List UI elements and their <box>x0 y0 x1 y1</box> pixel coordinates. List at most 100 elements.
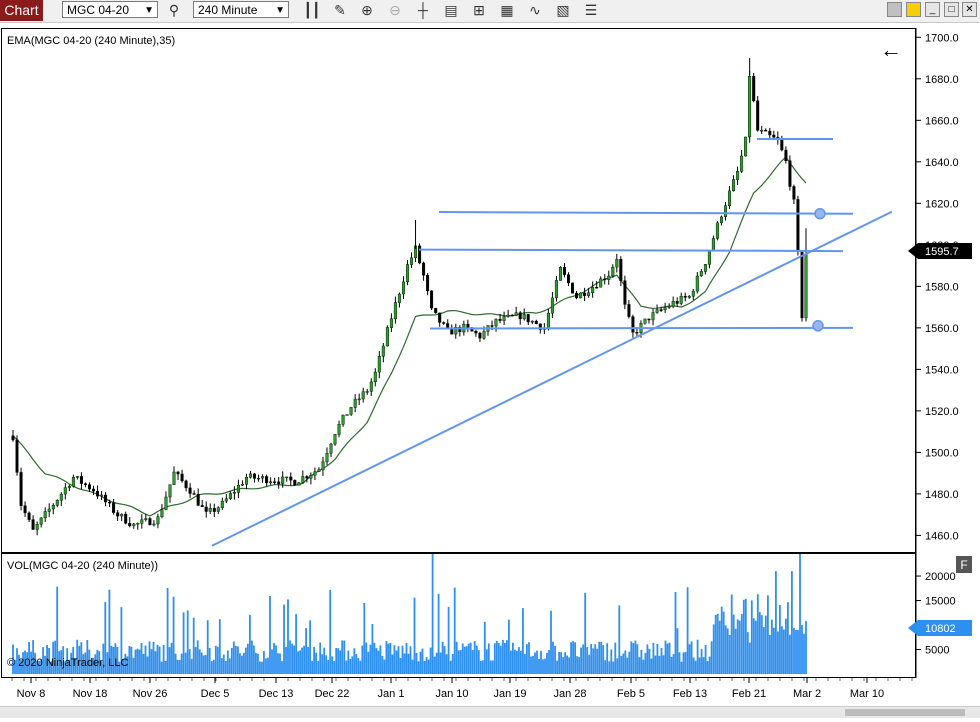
volume-bar <box>797 629 799 674</box>
volume-bar <box>742 599 745 674</box>
volume-bar <box>465 646 468 674</box>
volume-bar <box>303 645 305 674</box>
crosshair-icon[interactable]: ┼ <box>413 1 433 19</box>
volume-bar <box>291 643 293 674</box>
horizontal-scrollbar[interactable] <box>0 706 980 718</box>
volume-bar <box>321 654 324 674</box>
date-tick-label: Feb 21 <box>732 688 766 700</box>
price-tick-label: 1660.0 <box>925 115 959 127</box>
volume-bar <box>666 643 669 674</box>
volume-bar <box>738 620 741 674</box>
volume-bar <box>634 640 637 674</box>
volume-bar <box>548 650 550 674</box>
volume-bar <box>706 661 709 674</box>
volume-bar <box>479 661 482 674</box>
chart-trader-icon[interactable]: ▧ <box>553 1 573 19</box>
volume-bar <box>202 655 205 674</box>
close-icon[interactable]: ✕ <box>962 2 977 17</box>
zoom-in-icon[interactable]: ⊕ <box>357 1 377 19</box>
volume-bar <box>327 660 330 674</box>
volume-bar <box>355 654 358 674</box>
volume-bar <box>443 646 446 674</box>
volume-bar <box>289 640 291 674</box>
volume-bar <box>624 650 627 674</box>
volume-bar <box>578 657 580 674</box>
volume-bar <box>180 653 183 674</box>
minimize-icon[interactable]: _ <box>925 2 940 17</box>
maximize-icon[interactable]: □ <box>944 2 959 17</box>
volume-bar <box>192 617 195 674</box>
candle <box>349 406 353 416</box>
chart-svg[interactable]: 1700.01680.01660.01640.01620.01600.01580… <box>0 27 980 717</box>
volume-bar <box>760 615 763 674</box>
current-price-marker: 1595.7 <box>908 243 972 259</box>
volume-bar <box>401 645 404 674</box>
bar-type-icon[interactable]: ┃┃ <box>302 1 322 19</box>
volume-bar <box>164 661 167 674</box>
candle <box>804 253 808 322</box>
volume-bar <box>337 648 340 674</box>
zoom-out-icon[interactable]: ⊖ <box>385 1 405 19</box>
volume-bar <box>592 648 595 674</box>
volume-bar <box>769 635 771 674</box>
pencil-icon[interactable]: ✎ <box>330 1 350 19</box>
strategies-icon[interactable]: ▦ <box>497 1 517 19</box>
volume-bar <box>160 661 163 674</box>
volume-bar <box>704 645 707 674</box>
volume-bar <box>648 648 651 674</box>
indicators-icon[interactable]: ∿ <box>525 1 545 19</box>
volume-bar <box>586 647 589 674</box>
color-square-icon[interactable] <box>887 2 902 17</box>
volume-bar <box>353 648 356 674</box>
date-tick-label: Nov 8 <box>17 688 46 700</box>
volume-bar <box>616 658 619 674</box>
volume-bar <box>427 659 430 674</box>
volume-bar <box>431 554 434 674</box>
volume-bar <box>692 657 695 674</box>
volume-bar <box>447 606 450 674</box>
back-arrow-icon[interactable]: ← <box>880 37 902 62</box>
volume-bar <box>556 660 558 674</box>
volume-bar <box>477 650 480 674</box>
current-price-value: 1595.7 <box>925 246 959 258</box>
volume-bar <box>672 654 675 674</box>
volume-bar <box>682 652 685 674</box>
volume-bar <box>194 647 197 674</box>
chart-area[interactable]: 1700.01680.01660.01640.01620.01600.01580… <box>0 27 980 718</box>
chart-tab[interactable]: Chart <box>0 0 43 21</box>
search-icon[interactable]: ⚲ <box>164 1 184 19</box>
link-square-icon[interactable] <box>906 2 921 17</box>
instrument-selector[interactable]: MGC 04-20 ▼ <box>62 1 158 18</box>
volume-bar <box>341 640 344 674</box>
volume-bar <box>793 628 795 674</box>
volume-bar <box>267 657 269 674</box>
volume-bar <box>325 655 328 674</box>
data-series-icon[interactable]: ⊞ <box>469 1 489 19</box>
drawing-anchor-handle[interactable] <box>812 320 824 332</box>
volume-bar <box>642 659 645 674</box>
volume-bar <box>403 653 406 674</box>
volume-bar <box>686 587 689 674</box>
list-icon[interactable]: ☰ <box>581 1 601 19</box>
properties-icon[interactable]: ▤ <box>441 1 461 19</box>
volume-bar <box>550 610 552 674</box>
volume-bar <box>329 589 332 674</box>
horizontal-ray-line[interactable] <box>429 326 854 330</box>
volume-bar <box>469 642 472 674</box>
volume-bar <box>373 642 376 674</box>
volume-bar <box>748 642 751 674</box>
scrollbar-thumb[interactable] <box>845 709 965 716</box>
drawing-anchor-handle[interactable] <box>814 207 826 220</box>
volume-bar <box>142 653 145 674</box>
volume-bar <box>158 646 161 674</box>
interval-selector[interactable]: 240 Minute ▼ <box>193 1 289 18</box>
candle <box>297 482 301 486</box>
volume-bar <box>385 641 388 674</box>
volume-bar <box>542 659 544 674</box>
volume-bar <box>467 643 470 674</box>
volume-bar <box>728 635 731 674</box>
f-button-label: F <box>960 558 967 572</box>
volume-bar <box>249 614 251 674</box>
volume-bar <box>214 645 217 674</box>
f-button[interactable]: F <box>956 556 972 573</box>
